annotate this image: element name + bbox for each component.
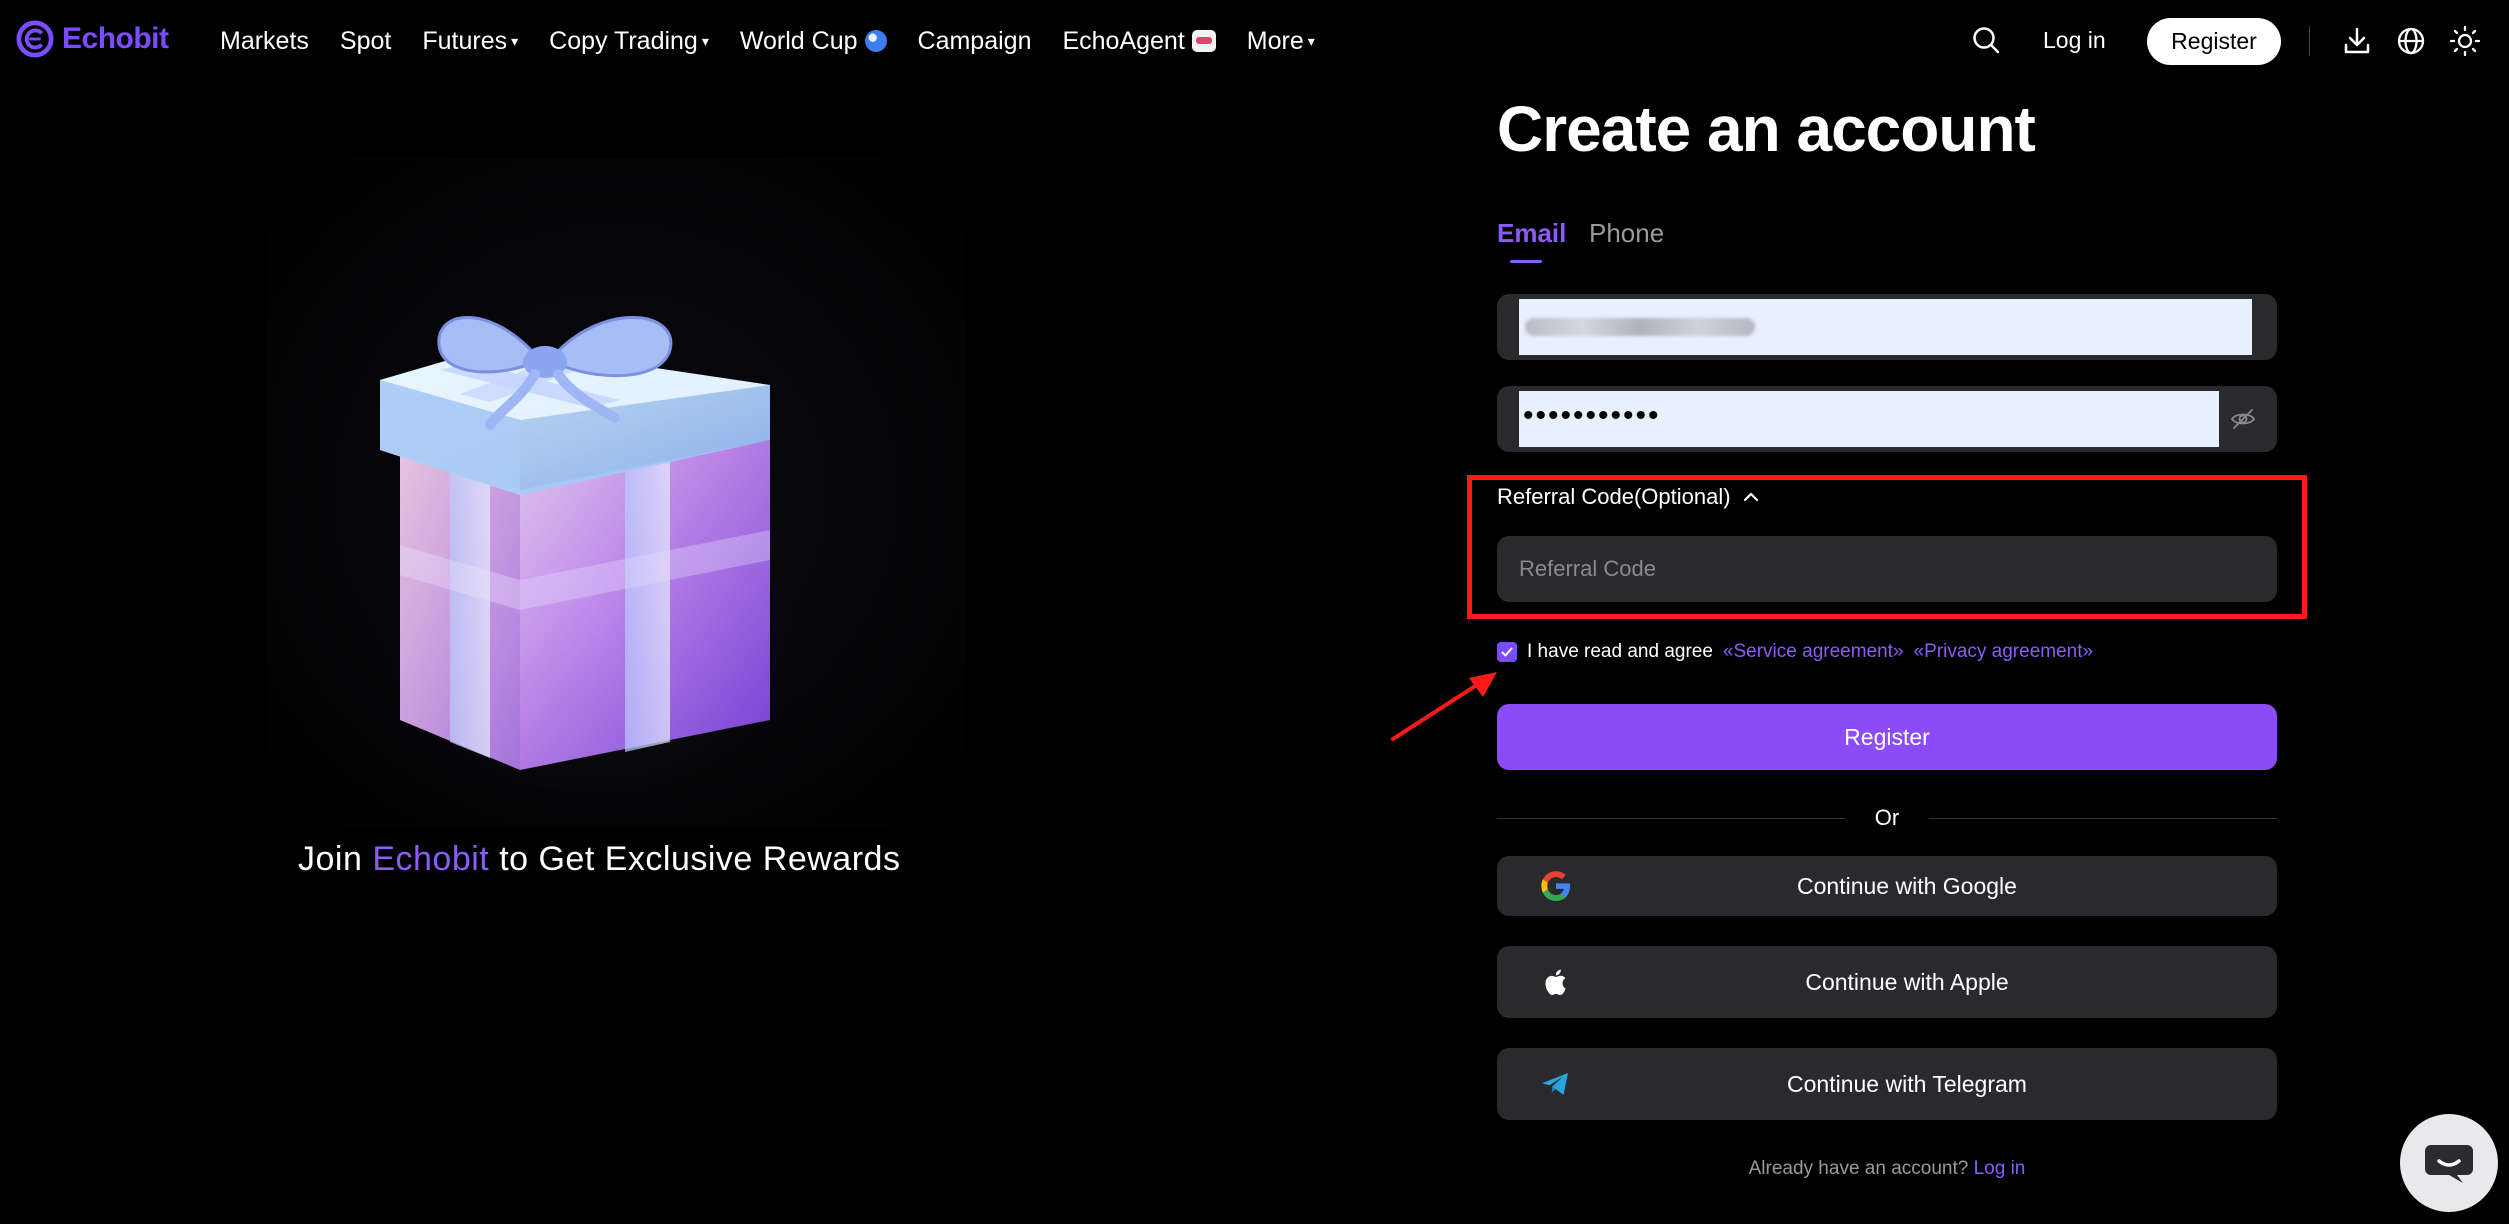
password-input[interactable]: ••••••••••• bbox=[1519, 391, 2219, 447]
soccer-ball-icon bbox=[864, 30, 887, 52]
nav-campaign[interactable]: Campaign bbox=[918, 27, 1032, 56]
echobit-logo-icon bbox=[16, 20, 54, 58]
robot-icon bbox=[1191, 30, 1216, 52]
page-title: Create an account bbox=[1497, 93, 2036, 165]
nav-echoagent-label: EchoAgent bbox=[1062, 26, 1185, 55]
caret-down-icon: ▾ bbox=[511, 32, 519, 49]
agree-checkbox[interactable] bbox=[1497, 642, 1517, 662]
logo-text: Echobit bbox=[62, 22, 169, 55]
already-have-account-text: Already have an account? bbox=[1748, 1158, 1969, 1179]
chat-icon bbox=[2425, 1145, 2473, 1183]
continue-with-apple-button[interactable]: Continue with Apple bbox=[1497, 946, 2277, 1018]
caret-down-icon: ▾ bbox=[701, 32, 709, 49]
nav-more[interactable]: More ▾ bbox=[1247, 27, 1315, 56]
nav-world-cup-label: World Cup bbox=[739, 26, 858, 55]
divider-line-right bbox=[1929, 817, 2278, 819]
eye-off-icon[interactable] bbox=[2230, 406, 2256, 432]
hero-caption-brand: Echobit bbox=[372, 840, 490, 878]
check-icon bbox=[1501, 647, 1513, 657]
nav-markets[interactable]: Markets bbox=[220, 27, 309, 56]
continue-with-telegram-button[interactable]: Continue with Telegram bbox=[1497, 1048, 2277, 1120]
or-divider: Or bbox=[1497, 805, 2278, 830]
already-have-account: Already have an account? Log in bbox=[1497, 1158, 2277, 1180]
or-label: Or bbox=[1874, 805, 1900, 830]
tab-phone[interactable]: Phone bbox=[1589, 218, 1664, 249]
referral-code-toggle[interactable]: Referral Code(Optional) bbox=[1497, 484, 1761, 510]
sun-icon[interactable] bbox=[2449, 25, 2481, 57]
agree-text: I have read and agree bbox=[1527, 641, 1713, 662]
chevron-up-icon bbox=[1743, 492, 1758, 502]
email-input[interactable] bbox=[1519, 299, 2252, 355]
gift-box-illustration bbox=[370, 316, 810, 790]
referral-code-input[interactable] bbox=[1497, 536, 2277, 602]
nav-futures[interactable]: Futures ▾ bbox=[422, 27, 518, 56]
globe-icon[interactable] bbox=[2395, 25, 2427, 57]
nav-world-cup[interactable]: World Cup bbox=[740, 27, 887, 56]
login-link[interactable]: Log in bbox=[2043, 27, 2106, 54]
hero-caption-prefix: Join bbox=[298, 840, 363, 878]
nav-copy-trading[interactable]: Copy Trading ▾ bbox=[549, 27, 709, 56]
privacy-agreement-link[interactable]: «Privacy agreement» bbox=[1914, 641, 2094, 663]
telegram-button-label: Continue with Telegram bbox=[1787, 1071, 2027, 1097]
nav-spot[interactable]: Spot bbox=[340, 27, 391, 56]
nav-campaign-label: Campaign bbox=[917, 26, 1032, 55]
nav-spot-label: Spot bbox=[339, 26, 392, 55]
hero-caption: Join Echobit to Get Exclusive Rewards bbox=[298, 840, 900, 879]
divider-line-left bbox=[1497, 817, 1845, 819]
nav-divider bbox=[2309, 26, 2310, 56]
apple-button-label: Continue with Apple bbox=[1805, 969, 2009, 995]
service-agreement-link[interactable]: «Service agreement» bbox=[1723, 641, 1904, 663]
referral-code-toggle-label: Referral Code(Optional) bbox=[1497, 484, 1731, 509]
annotation-arrow bbox=[1391, 672, 1497, 741]
caret-down-icon: ▾ bbox=[1307, 32, 1315, 49]
google-button-label: Continue with Google bbox=[1797, 873, 2017, 899]
continue-with-google-button[interactable]: Continue with Google bbox=[1497, 856, 2277, 916]
search-icon[interactable] bbox=[1971, 25, 2001, 55]
main-menu: Markets Spot Futures ▾ Copy Trading ▾ Worl… bbox=[220, 0, 1346, 82]
register-button[interactable]: Register bbox=[1497, 704, 2277, 770]
nav-markets-label: Markets bbox=[220, 26, 309, 55]
nav-actions: Log in Register bbox=[1949, 0, 2509, 82]
tab-email[interactable]: Email bbox=[1497, 218, 1566, 249]
hero-caption-suffix: to Get Exclusive Rewards bbox=[499, 840, 901, 878]
top-navigation: Echobit Markets Spot Futures ▾ Copy Tradi… bbox=[0, 0, 2509, 82]
download-icon[interactable] bbox=[2341, 25, 2373, 57]
nav-futures-label: Futures bbox=[422, 26, 508, 55]
register-top-button[interactable]: Register bbox=[2147, 18, 2281, 65]
nav-echoagent[interactable]: EchoAgent bbox=[1062, 26, 1216, 56]
password-field[interactable]: ••••••••••• bbox=[1497, 386, 2277, 452]
agreement-row: I have read and agree «Service agreement… bbox=[1497, 641, 2093, 663]
active-tab-indicator bbox=[1510, 260, 1542, 263]
nav-more-label: More bbox=[1246, 26, 1304, 55]
email-value-redacted bbox=[1525, 318, 1755, 336]
email-field[interactable] bbox=[1497, 294, 2277, 360]
chat-support-button[interactable] bbox=[2400, 1114, 2498, 1212]
nav-copy-trading-label: Copy Trading bbox=[549, 26, 698, 55]
bottom-login-link[interactable]: Log in bbox=[1974, 1158, 2026, 1179]
echobit-logo[interactable]: Echobit bbox=[16, 20, 169, 58]
